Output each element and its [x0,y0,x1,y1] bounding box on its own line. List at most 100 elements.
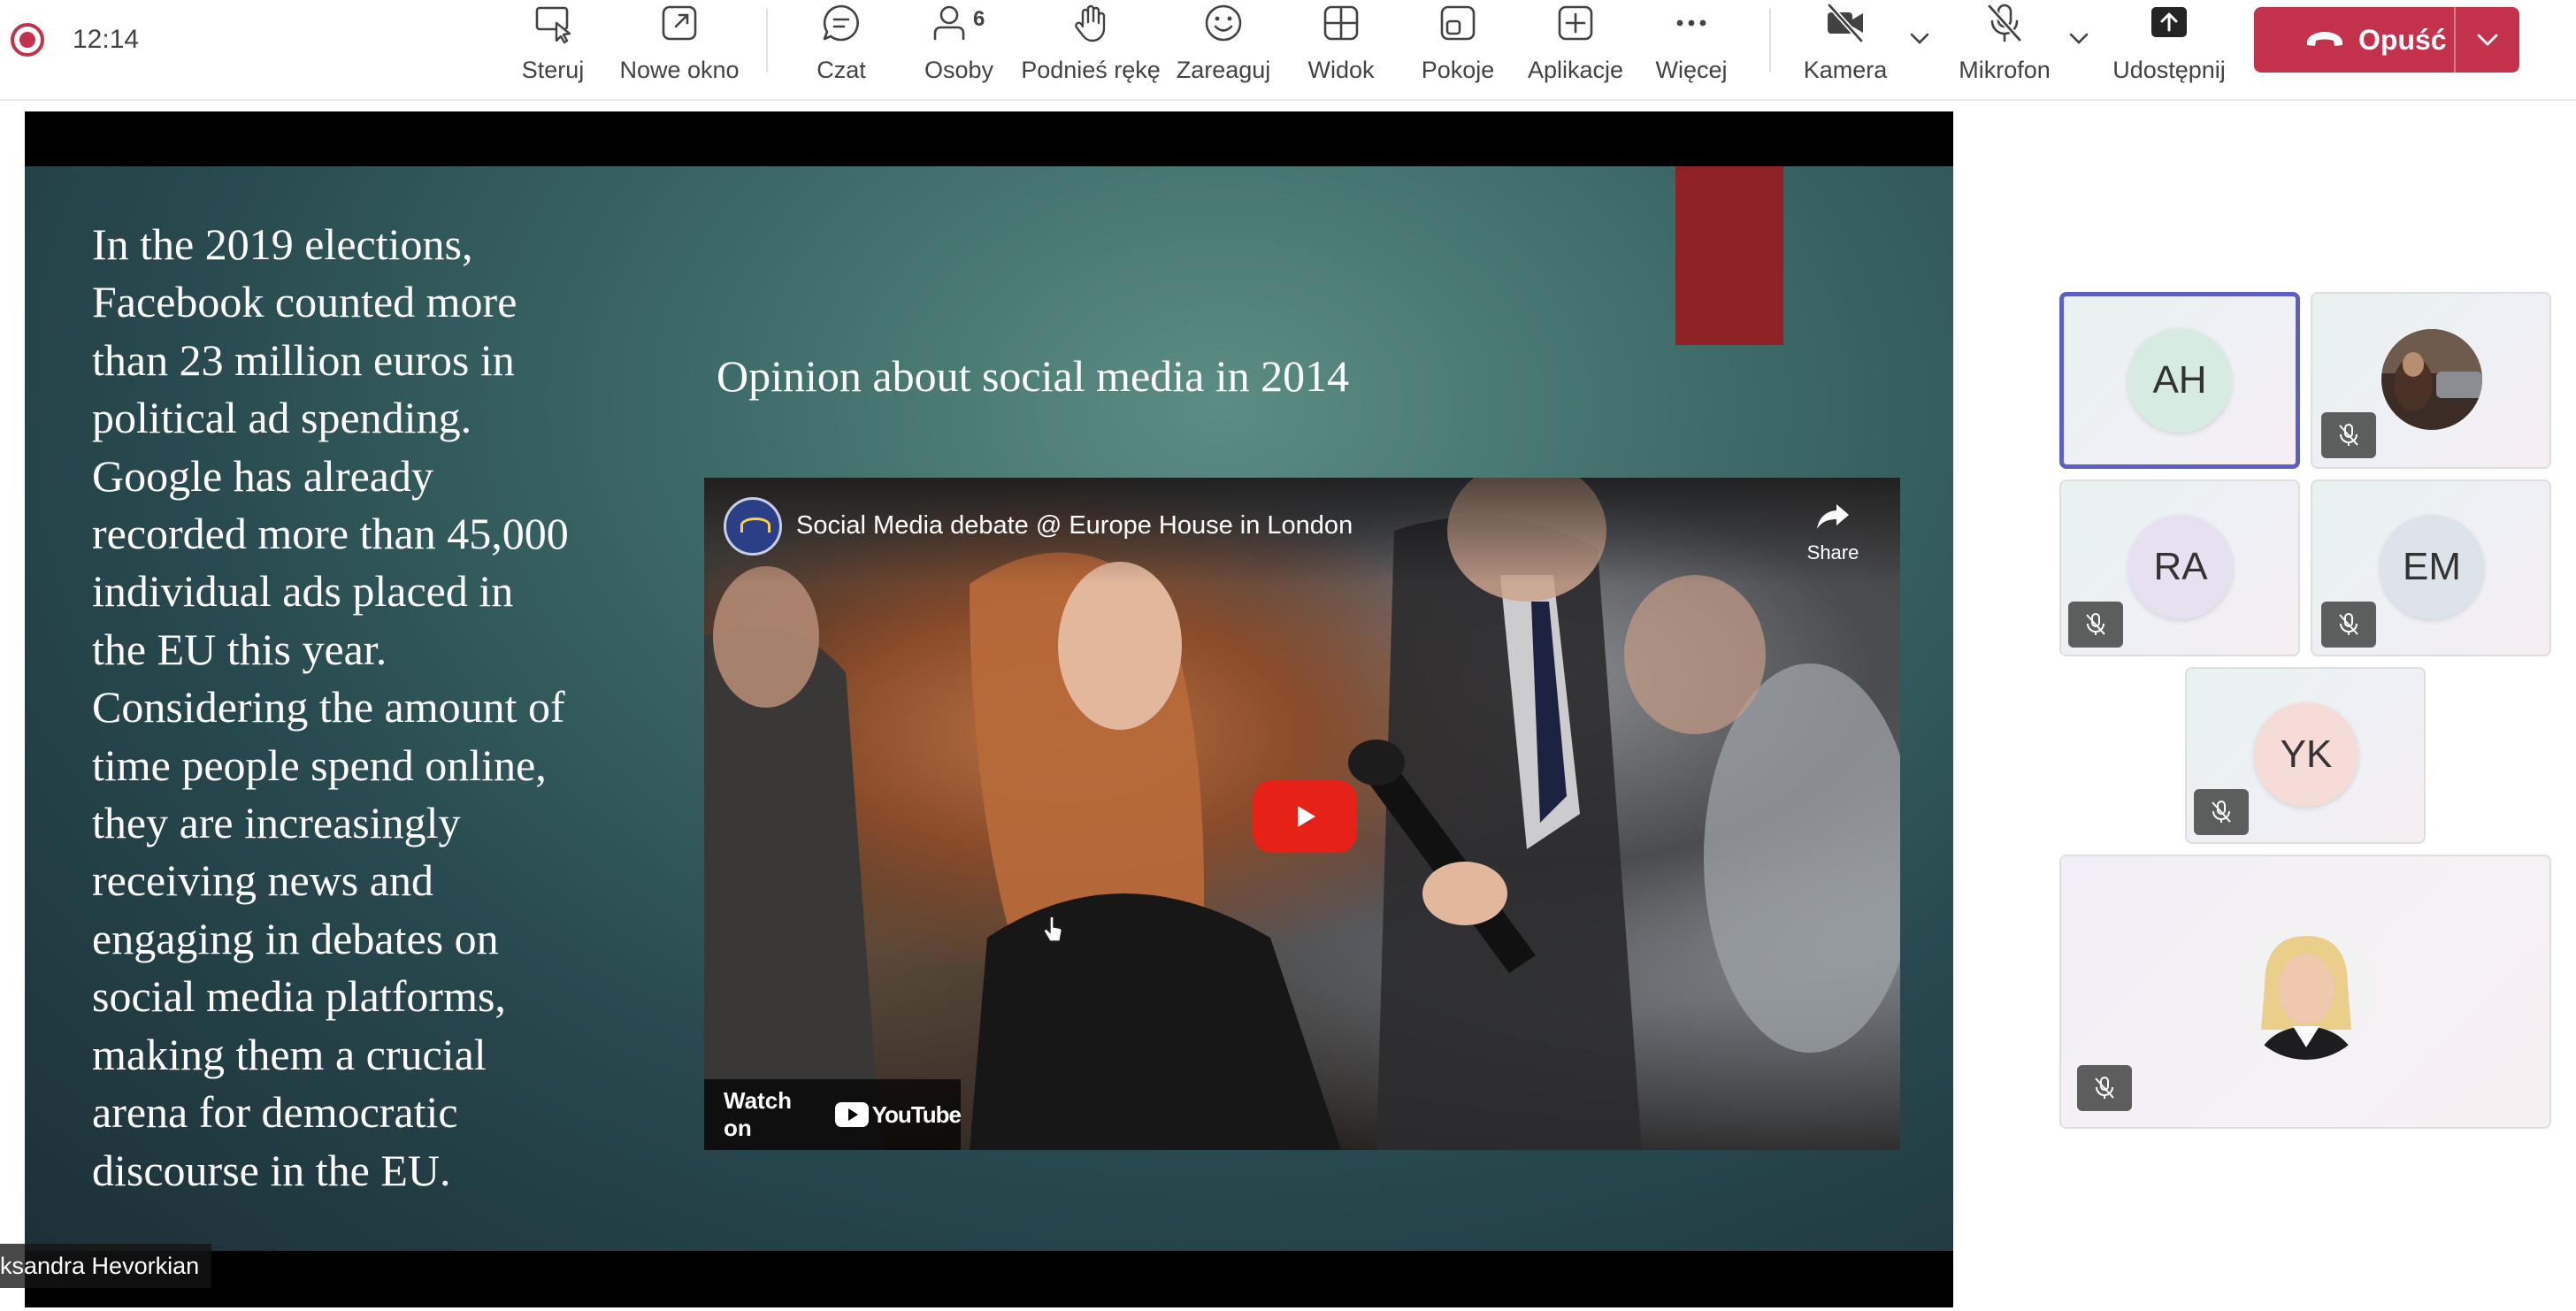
hang-up-phone-icon [2307,32,2342,46]
slide-line: time people spend online, [92,740,547,790]
video-title[interactable]: Social Media debate @ Europe House in Lo… [796,511,1353,540]
share-screen-label: Udostępnij [2112,57,2226,83]
take-control-icon [535,6,571,44]
raise-hand-icon [1075,4,1106,42]
presenter-name: ksandra Hevorkian [0,1252,200,1279]
chat-button[interactable]: Czat [801,0,881,97]
view-button[interactable]: Widok [1300,0,1382,97]
watch-on-youtube-button[interactable]: Watch on YouTube [704,1079,962,1150]
slide-body-text: In the 2019 elections, Facebook counted … [92,216,658,1200]
avatar: AH [2128,328,2232,433]
leave-meeting-button[interactable]: Opuść [2254,7,2519,73]
leave-options-button[interactable] [2456,7,2519,73]
take-control-button[interactable]: Steruj [513,0,593,97]
raise-hand-button[interactable]: Podnieś rękę [1021,0,1161,97]
share-screen-button[interactable]: Udostępnij [2107,0,2231,97]
participant-tile-ah[interactable]: AH [2059,292,2300,469]
leave-chevron-down-icon [2477,34,2498,46]
microphone-off-icon [1987,4,2022,42]
participant-tile-ra[interactable]: RA [2059,479,2300,656]
camera-options-chevron-icon[interactable] [1904,23,1936,55]
slide-line: Facebook counted more [92,277,518,327]
people-icon [933,5,965,40]
participant-photo-2 [2238,924,2374,1060]
apps-label: Aplikacje [1527,57,1624,83]
apps-button[interactable]: Aplikacje [1527,0,1624,97]
participant-tile-photo-1[interactable] [2311,292,2551,469]
camera-off-icon [1827,3,1864,43]
new-window-label: Nowe okno [619,57,740,83]
leave-main-area[interactable]: Opuść [2254,7,2454,73]
recording-indicator-icon [11,23,44,57]
microphone-label: Mikrofon [1959,57,2051,83]
participant-tile-yk[interactable]: YK [2185,667,2426,844]
slide-line: they are increasingly [92,798,461,848]
react-button[interactable]: Zareaguj [1177,0,1270,97]
muted-indicator [2321,602,2376,648]
participant-tile-photo-2[interactable] [2059,855,2551,1129]
meeting-toolbar: 12:14 Steruj Nowe okno Czat 6 Osoby Podn… [0,0,2576,101]
muted-indicator [2068,602,2123,648]
view-label: Widok [1307,57,1375,83]
embedded-youtube-video[interactable]: Social Media debate @ Europe House in Lo… [704,478,1900,1150]
watch-on-label: Watch on [724,1087,793,1141]
slide-accent-block [1675,166,1783,345]
channel-logo-icon[interactable] [724,497,782,556]
people-button[interactable]: 6 Osoby [915,0,1003,97]
play-button[interactable] [1253,780,1357,853]
slide-line: recorded more than 45,000 [92,509,569,559]
toolbar-separator [766,9,768,73]
participant-photo-1 [2381,329,2482,430]
slide-line: arena for democratic [92,1087,458,1138]
muted-indicator [2321,412,2376,458]
microphone-off-icon [2339,424,2358,446]
take-control-label: Steruj [521,57,585,83]
slide-line: engaging in debates on [92,913,499,963]
slide-line: making them a crucial [92,1029,487,1079]
hand-cursor-icon [1043,916,1062,942]
more-dots-icon [1676,19,1706,27]
participant-tile-em[interactable]: EM [2311,479,2551,656]
pop-out-icon [662,5,697,41]
camera-label: Kamera [1803,57,1888,83]
raise-hand-label: Podnieś rękę [1021,57,1161,83]
slide-line: Considering the amount of [92,682,565,732]
share-arrow-icon [1817,504,1849,529]
more-button[interactable]: Więcej [1651,0,1732,97]
react-label: Zareaguj [1176,57,1271,83]
slide-line: individual ads placed in [92,566,514,617]
people-count-badge: 6 [973,7,985,31]
microphone-off-icon [2339,613,2358,635]
slide-line: the EU this year. [92,624,387,674]
slide-title: Opinion about social media in 2014 [717,351,1350,401]
camera-button[interactable]: Kamera [1801,0,1890,97]
toolbar-separator [1769,9,1771,73]
emoji-icon [1205,4,1242,42]
avatar: RA [2128,515,2233,619]
microphone-off-icon [2095,1077,2114,1099]
avatar: EM [2380,515,2484,619]
youtube-logo-icon: YouTube [834,1101,962,1129]
microphone-button[interactable]: Mikrofon [1951,0,2058,97]
breakout-rooms-icon [1440,5,1476,41]
avatar: YK [2254,702,2358,807]
slide-line: discourse in the EU. [92,1145,451,1195]
avatar [2238,924,2374,1060]
share-tray-icon [2151,7,2187,37]
presenter-name-tag: ksandra Hevorkian [0,1244,212,1288]
slide-line: political ad spending. [92,393,472,443]
avatar [2381,329,2482,430]
slide-line: social media platforms, [92,971,506,1022]
video-share-label: Share [1806,541,1859,564]
people-label: Osoby [924,57,994,83]
grid-view-icon [1323,5,1359,41]
slide-line: Google has already [92,450,433,501]
muted-indicator [2077,1065,2132,1111]
new-window-button[interactable]: Nowe okno [617,0,741,97]
breakout-rooms-button[interactable]: Pokoje [1417,0,1499,97]
play-icon [1298,806,1315,827]
slide-line: than 23 million euros in [92,334,515,385]
presentation-slide: In the 2019 elections, Facebook counted … [25,166,1953,1251]
microphone-options-chevron-icon[interactable] [2063,23,2095,55]
video-share-button[interactable]: Share [1789,497,1877,564]
